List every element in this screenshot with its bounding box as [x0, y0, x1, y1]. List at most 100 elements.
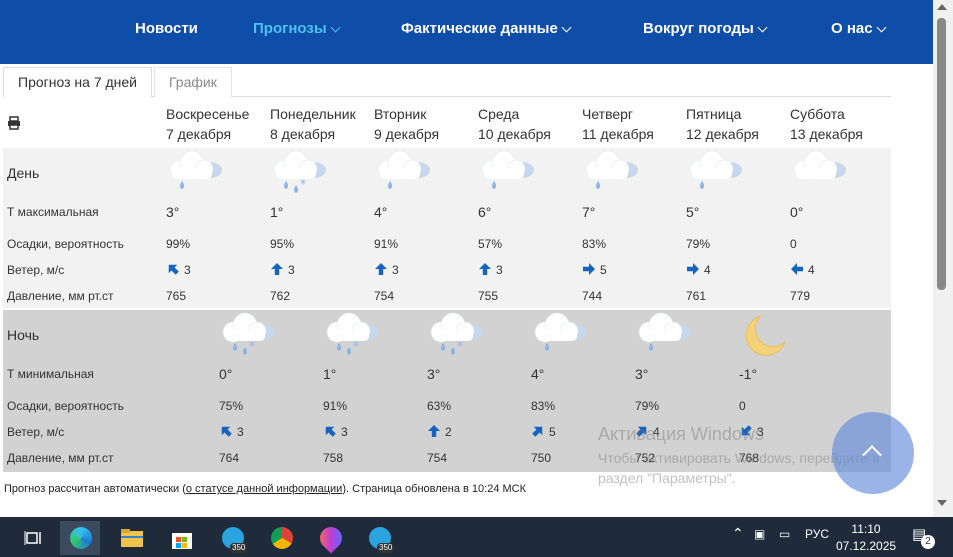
day-weather-icon: *	[270, 150, 332, 196]
svg-text:*: *	[249, 339, 255, 353]
cloud-rain-icon	[481, 150, 534, 189]
nav-about[interactable]: О нас	[831, 20, 887, 37]
day-name: Воскресенье	[166, 106, 250, 122]
wind-arrow-icon	[791, 263, 803, 275]
wind-value: 3	[496, 263, 503, 277]
temp-value: -1°	[739, 366, 758, 382]
day-pressure-label: Давление, мм рт.ст	[7, 289, 114, 303]
day-precip-label: Осадки, вероятность	[7, 237, 124, 251]
telegram-button-2[interactable]: 350	[359, 521, 399, 555]
day-header: Вторник 9 декабря	[374, 104, 439, 144]
explorer-button[interactable]	[112, 521, 152, 555]
scrollbar-thumb[interactable]	[937, 18, 946, 290]
day-date: 11 декабря	[582, 126, 654, 142]
svg-text:*: *	[300, 177, 306, 191]
app-drop-button[interactable]	[310, 521, 350, 555]
night-temp-label: Т минимальная	[7, 367, 94, 381]
temp-value: 3°	[166, 204, 180, 220]
day-weather-icon	[166, 150, 228, 196]
temp-value: 7°	[582, 204, 596, 220]
telegram-button-1[interactable]: 350	[212, 521, 252, 555]
day-header: Воскресенье 7 декабря	[166, 104, 249, 144]
tab-chart[interactable]: График	[154, 67, 232, 97]
wind-value: 3	[288, 263, 295, 277]
night-weather-icon: *	[427, 312, 489, 358]
nav-forecasts-label: Прогнозы	[253, 20, 327, 37]
top-navigation: Новости Прогнозы Фактические данные Вокр…	[0, 0, 933, 64]
day-name: Пятница	[686, 106, 742, 122]
precip-value: 83%	[582, 237, 607, 251]
activation-watermark-title: Активация Windows	[598, 424, 764, 444]
wind-value: 4	[808, 263, 815, 277]
chrome-button[interactable]	[261, 521, 301, 555]
precip-value: 63%	[427, 399, 452, 413]
temp-value: 6°	[478, 204, 492, 220]
svg-text:*: *	[353, 339, 359, 353]
scroll-to-top-button[interactable]	[832, 412, 914, 494]
edge-button[interactable]	[60, 521, 100, 555]
wind-cell: 3	[270, 262, 295, 277]
precip-value: 75%	[219, 399, 244, 413]
pressure-value: 779	[790, 289, 811, 303]
battery-tray-icon[interactable]: ▭	[779, 527, 790, 541]
status-info-link[interactable]: о статусе данной информации	[186, 483, 342, 495]
tab-7-day-forecast[interactable]: Прогноз на 7 дней	[3, 67, 152, 97]
precip-value: 99%	[166, 237, 191, 251]
cloud-rain-icon	[585, 150, 638, 189]
nav-forecasts[interactable]: Прогнозы	[253, 20, 341, 37]
notification-center-button[interactable]: ▤ 2	[912, 525, 935, 549]
pressure-value: 755	[478, 289, 499, 303]
tray-chevron-up-icon[interactable]: ⌃	[732, 525, 744, 542]
wind-value: 3	[184, 263, 191, 277]
night-section-title: Ночь	[7, 327, 40, 343]
nav-around-weather[interactable]: Вокруг погоды	[643, 20, 768, 37]
wind-cell: 3	[219, 424, 244, 439]
day-temp-label: Т максимальная	[7, 205, 99, 219]
precip-value: 91%	[374, 237, 399, 251]
telegram-badge-2: 350	[377, 543, 395, 553]
wind-cell: 3	[166, 262, 191, 277]
nav-news[interactable]: Новости	[135, 20, 198, 37]
scroll-up-arrow-icon[interactable]	[937, 4, 947, 10]
precip-value: 57%	[478, 237, 503, 251]
vertical-scrollbar[interactable]	[933, 0, 953, 517]
cloud-icon	[793, 150, 846, 181]
clock[interactable]: 11:10 07.12.2025	[836, 521, 896, 555]
wind-cell: 3	[323, 424, 348, 439]
precip-value: 79%	[686, 237, 711, 251]
temp-value: 4°	[531, 366, 545, 382]
wind-arrow-icon	[428, 425, 440, 437]
temp-value: 0°	[219, 366, 233, 382]
wind-cell: 3	[478, 262, 503, 277]
clock-date: 07.12.2025	[836, 539, 897, 553]
cloud-rain-icon	[534, 312, 587, 351]
day-weather-icon	[374, 150, 436, 196]
wind-cell: 5	[582, 262, 607, 277]
security-tray-icon[interactable]: ▣	[754, 527, 765, 541]
cloud-rain-icon	[638, 312, 691, 351]
scroll-down-arrow-icon[interactable]	[937, 500, 947, 506]
language-indicator[interactable]: РУС	[805, 527, 829, 541]
task-view-button[interactable]	[14, 521, 54, 555]
wind-arrow-icon	[168, 264, 179, 275]
day-date: 13 декабря	[790, 126, 863, 142]
store-button[interactable]	[162, 521, 202, 555]
night-wind-label: Ветер, м/с	[7, 425, 65, 439]
day-date: 7 декабря	[166, 126, 232, 142]
wind-arrow-icon	[375, 263, 387, 275]
night-weather-icon	[635, 312, 697, 358]
day-section-title: День	[7, 165, 40, 181]
night-pressure-label: Давление, мм рт.ст	[7, 451, 114, 465]
footer-prefix: Прогноз рассчитан автоматически (	[4, 483, 186, 495]
night-weather-icon: *	[323, 312, 385, 358]
night-weather-icon: *	[219, 312, 281, 358]
printer-icon[interactable]	[7, 116, 21, 130]
wind-cell: 2	[427, 424, 452, 439]
wind-arrow-icon	[479, 263, 491, 275]
wind-cell: 4	[790, 262, 815, 277]
clock-time: 11:10	[851, 522, 881, 536]
moon-icon	[745, 315, 786, 356]
pressure-value: 764	[219, 451, 240, 465]
wind-cell: 4	[686, 262, 711, 277]
nav-actual-data[interactable]: Фактические данные	[401, 20, 572, 37]
